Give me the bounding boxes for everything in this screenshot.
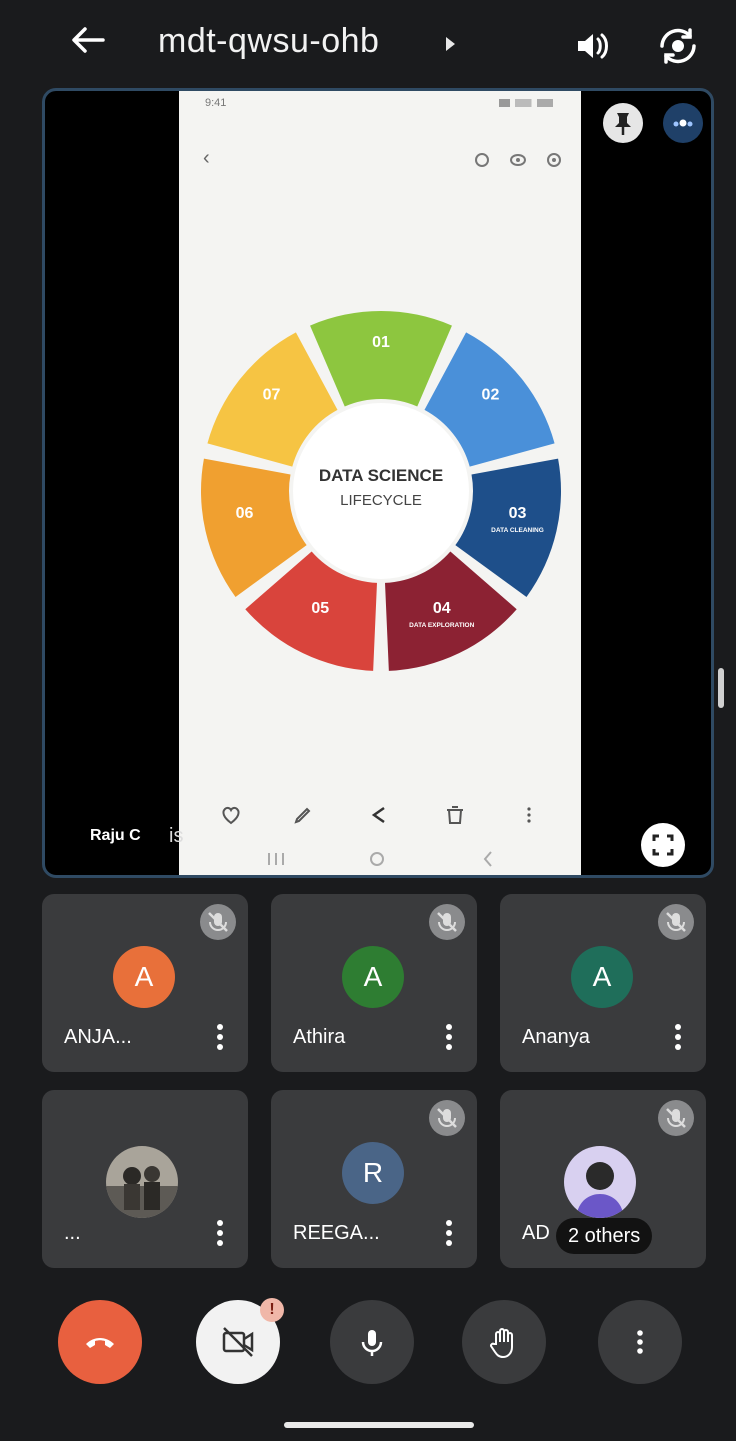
meeting-code[interactable]: mdt-qwsu-ohb <box>158 22 379 61</box>
participant-name: AD <box>522 1222 550 1244</box>
presenter-name: Raju C <box>90 827 141 844</box>
mic-off-icon <box>429 904 465 940</box>
shared-more-icon <box>527 807 531 823</box>
wheel-segment-number: 04 <box>433 600 451 617</box>
more-options-icon <box>637 1330 643 1354</box>
avatar: A <box>342 946 404 1008</box>
avatar-photo <box>106 1146 178 1218</box>
fullscreen-icon[interactable] <box>641 823 685 867</box>
wheel-segment-number: 02 <box>482 387 500 404</box>
end-call-icon <box>86 1338 114 1348</box>
heart-icon <box>222 806 240 825</box>
raise-hand-button[interactable] <box>462 1300 546 1384</box>
others-badge[interactable]: 2 others <box>556 1218 653 1254</box>
shared-edit-icon <box>475 153 489 167</box>
participant-tile[interactable]: AD 2 others <box>500 1090 706 1268</box>
caret-right-icon[interactable] <box>446 37 455 51</box>
shared-lens-icon <box>547 153 561 167</box>
participant-tile[interactable]: A ANJA... <box>42 894 248 1072</box>
mic-off-icon <box>429 1100 465 1136</box>
shared-status-time: 9:41 <box>205 97 227 109</box>
lifecycle-wheel: DATA SCIENCE LIFECYCLE 01 02 03 DATA CLEANI… <box>200 311 561 671</box>
shared-eye-icon <box>510 154 526 166</box>
shared-back-icon: ‹ <box>203 147 210 169</box>
avatar: A <box>113 946 175 1008</box>
mic-button[interactable] <box>330 1300 414 1384</box>
participant-name: ANJA... <box>64 1026 132 1048</box>
wheel-segment-number: 06 <box>236 505 254 522</box>
participant-menu-icon[interactable] <box>216 1022 224 1052</box>
participant-tile[interactable]: R REEGA... <box>271 1090 477 1268</box>
participant-menu-icon[interactable] <box>216 1218 224 1248</box>
participant-menu-icon[interactable] <box>445 1022 453 1052</box>
shared-status-icons <box>499 99 553 107</box>
shared-toolbar <box>179 795 581 835</box>
wheel-segment-label: DATA EXPLORATION <box>409 622 474 629</box>
back-arrow-icon[interactable] <box>66 18 110 62</box>
wheel-segment-number: 07 <box>263 387 281 404</box>
mic-icon <box>361 1330 383 1356</box>
presenter-caption: is <box>169 825 184 847</box>
participant-name: Ananya <box>522 1026 590 1048</box>
camera-alert-badge: ! <box>260 1298 284 1322</box>
wheel-segment-label: DATA CLEANING <box>491 527 544 534</box>
avatar-photo <box>564 1146 636 1218</box>
wheel-title-line2: LIFECYCLE <box>340 492 422 509</box>
switch-camera-icon[interactable] <box>656 24 700 68</box>
pin-icon[interactable] <box>603 103 643 143</box>
more-options-button[interactable] <box>598 1300 682 1384</box>
wheel-title-line1: DATA SCIENCE <box>319 466 443 485</box>
more-dots-icon[interactable] <box>663 103 703 143</box>
participant-tile[interactable]: A Athira <box>271 894 477 1072</box>
share-icon <box>371 806 385 824</box>
top-bar: mdt-qwsu-ohb <box>0 0 736 88</box>
raise-hand-icon <box>490 1328 513 1359</box>
participant-name: Athira <box>293 1026 346 1048</box>
trash-icon <box>447 806 463 824</box>
participant-menu-icon[interactable] <box>674 1022 682 1052</box>
mic-off-icon <box>200 904 236 940</box>
end-call-button[interactable] <box>58 1300 142 1384</box>
wheel-segment <box>310 311 452 407</box>
mic-off-icon <box>658 904 694 940</box>
scroll-handle[interactable] <box>718 668 724 708</box>
participant-name: REEGA... <box>293 1222 380 1244</box>
wheel-segment-number: 03 <box>509 505 527 522</box>
shared-nav-bar <box>179 843 581 873</box>
mic-off-icon <box>658 1100 694 1136</box>
camera-off-icon <box>222 1327 254 1357</box>
participant-menu-icon[interactable] <box>445 1218 453 1248</box>
avatar: R <box>342 1142 404 1204</box>
participant-tile[interactable]: ... <box>42 1090 248 1268</box>
avatar: A <box>571 946 633 1008</box>
wheel-segment-number: 01 <box>372 334 390 351</box>
participant-name: ... <box>64 1222 81 1244</box>
speaker-icon[interactable] <box>570 24 614 68</box>
presentation-stage[interactable]: 9:41 ‹ DATA SCIENCE LIFECYCLE 01 02 03 DATA… <box>42 88 714 878</box>
wheel-segment-number: 05 <box>311 600 329 617</box>
pencil-icon <box>294 807 311 824</box>
home-indicator[interactable] <box>284 1422 474 1428</box>
shared-screen: 9:41 ‹ DATA SCIENCE LIFECYCLE 01 02 03 DATA… <box>179 91 581 875</box>
participant-tile[interactable]: A Ananya <box>500 894 706 1072</box>
